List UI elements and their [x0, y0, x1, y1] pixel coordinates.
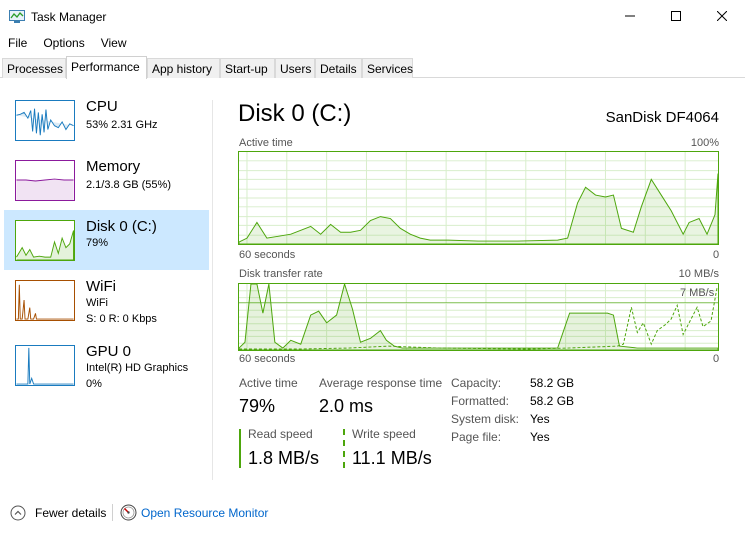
avg-response-label: Average response time — [319, 376, 443, 390]
write-speed-value: 11.1 MB/s — [352, 448, 432, 468]
read-speed-indicator — [239, 429, 241, 468]
close-icon — [717, 11, 727, 21]
sidebar-gpu-usage: 0% — [86, 378, 102, 390]
task-manager-app-icon — [9, 10, 25, 23]
write-speed-indicator — [343, 429, 345, 468]
active-time-label: Active time — [239, 376, 298, 390]
active-time-graph — [238, 151, 719, 245]
tab-details[interactable]: Details — [315, 58, 362, 78]
transfer-rate-marker: 7 MB/s — [680, 287, 715, 299]
sidebar-gpu-name: GPU 0 — [86, 343, 132, 360]
read-speed-label: Read speed — [248, 427, 313, 441]
active-time-graph-duration: 60 seconds — [239, 249, 296, 261]
disk-thumbnail-graph — [15, 220, 75, 261]
tab-strip: Processes Performance App history Start-… — [0, 56, 745, 79]
page-file-value: Yes — [530, 430, 550, 444]
memory-thumbnail-graph — [15, 160, 75, 201]
transfer-rate-graph-max: 10 MB/s — [678, 268, 719, 280]
sidebar-cpu-name: CPU — [86, 98, 118, 115]
resource-monitor-icon[interactable] — [120, 504, 137, 521]
tab-performance[interactable]: Performance — [66, 56, 147, 79]
sidebar-item-gpu[interactable]: GPU 0 Intel(R) HD Graphics 0% — [4, 335, 209, 395]
tab-services[interactable]: Services — [362, 58, 413, 78]
sidebar-item-wifi[interactable]: WiFi WiFi S: 0 R: 0 Kbps — [4, 270, 209, 330]
sidebar-item-cpu[interactable]: CPU 53% 2.31 GHz — [4, 90, 209, 150]
minimize-button[interactable] — [607, 0, 653, 32]
menu-bar: File Options View — [0, 33, 135, 53]
maximize-button[interactable] — [653, 0, 699, 32]
sidebar-disk-stats: 79% — [86, 237, 109, 249]
active-time-value: 79% — [239, 396, 276, 416]
formatted-value: 58.2 GB — [530, 394, 575, 408]
active-time-graph-min: 0 — [713, 249, 720, 261]
transfer-rate-graph-min: 0 — [713, 353, 720, 365]
maximize-icon — [671, 11, 681, 21]
menu-options[interactable]: Options — [35, 33, 92, 53]
sidebar-gpu-model: Intel(R) HD Graphics — [86, 362, 189, 374]
sidebar-item-disk[interactable]: Disk 0 (C:) 79% — [4, 210, 209, 270]
capacity-label: Capacity: — [451, 376, 502, 390]
write-speed-label: Write speed — [352, 427, 416, 441]
page-file-label: Page file: — [451, 430, 502, 444]
chevron-up-circle-icon[interactable] — [10, 505, 26, 521]
transfer-rate-graph-label: Disk transfer rate — [239, 268, 323, 280]
formatted-label: Formatted: — [451, 394, 510, 408]
window-title: Task Manager — [31, 10, 107, 24]
menu-file[interactable]: File — [0, 33, 35, 53]
menu-view[interactable]: View — [93, 33, 135, 53]
tab-processes[interactable]: Processes — [2, 58, 66, 78]
transfer-rate-graph — [238, 283, 719, 351]
fewer-details-button[interactable]: Fewer details — [35, 506, 106, 520]
transfer-rate-graph-duration: 60 seconds — [239, 353, 296, 365]
system-disk-label: System disk: — [451, 412, 520, 426]
title-bar[interactable]: Task Manager — [0, 0, 745, 32]
minimize-icon — [625, 15, 635, 17]
footer-divider — [112, 504, 113, 521]
disk-model: SanDisk DF4064 — [605, 109, 719, 126]
capacity-value: 58.2 GB — [530, 376, 575, 390]
sidebar-item-memory[interactable]: Memory 2.1/3.8 GB (55%) — [4, 150, 209, 210]
system-disk-value: Yes — [530, 412, 550, 426]
sidebar-memory-stats: 2.1/3.8 GB (55%) — [86, 179, 171, 191]
wifi-thumbnail-graph — [15, 280, 75, 321]
active-time-area — [239, 173, 718, 244]
active-time-graph-label: Active time — [239, 137, 293, 149]
tab-start-up[interactable]: Start-up — [220, 58, 275, 78]
avg-response-value: 2.0 ms — [319, 396, 374, 416]
sidebar-divider — [212, 100, 213, 480]
sidebar-wifi-name: WiFi — [86, 278, 116, 295]
sidebar-cpu-stats: 53% 2.31 GHz — [86, 119, 158, 131]
sidebar-memory-name: Memory — [86, 158, 141, 175]
sidebar-wifi-adapter: WiFi — [86, 297, 108, 309]
gpu-thumbnail-graph — [15, 345, 75, 386]
cpu-thumbnail-graph — [15, 100, 75, 141]
tab-app-history[interactable]: App history — [147, 58, 220, 78]
sidebar-wifi-stats: S: 0 R: 0 Kbps — [86, 313, 157, 325]
sidebar-disk-name: Disk 0 (C:) — [86, 218, 157, 235]
page-title: Disk 0 (C:) — [238, 100, 352, 127]
close-button[interactable] — [699, 0, 745, 32]
active-time-graph-max: 100% — [690, 137, 719, 149]
read-speed-value: 1.8 MB/s — [248, 448, 320, 468]
open-resource-monitor-link[interactable]: Open Resource Monitor — [141, 506, 268, 520]
tab-users[interactable]: Users — [275, 58, 315, 78]
